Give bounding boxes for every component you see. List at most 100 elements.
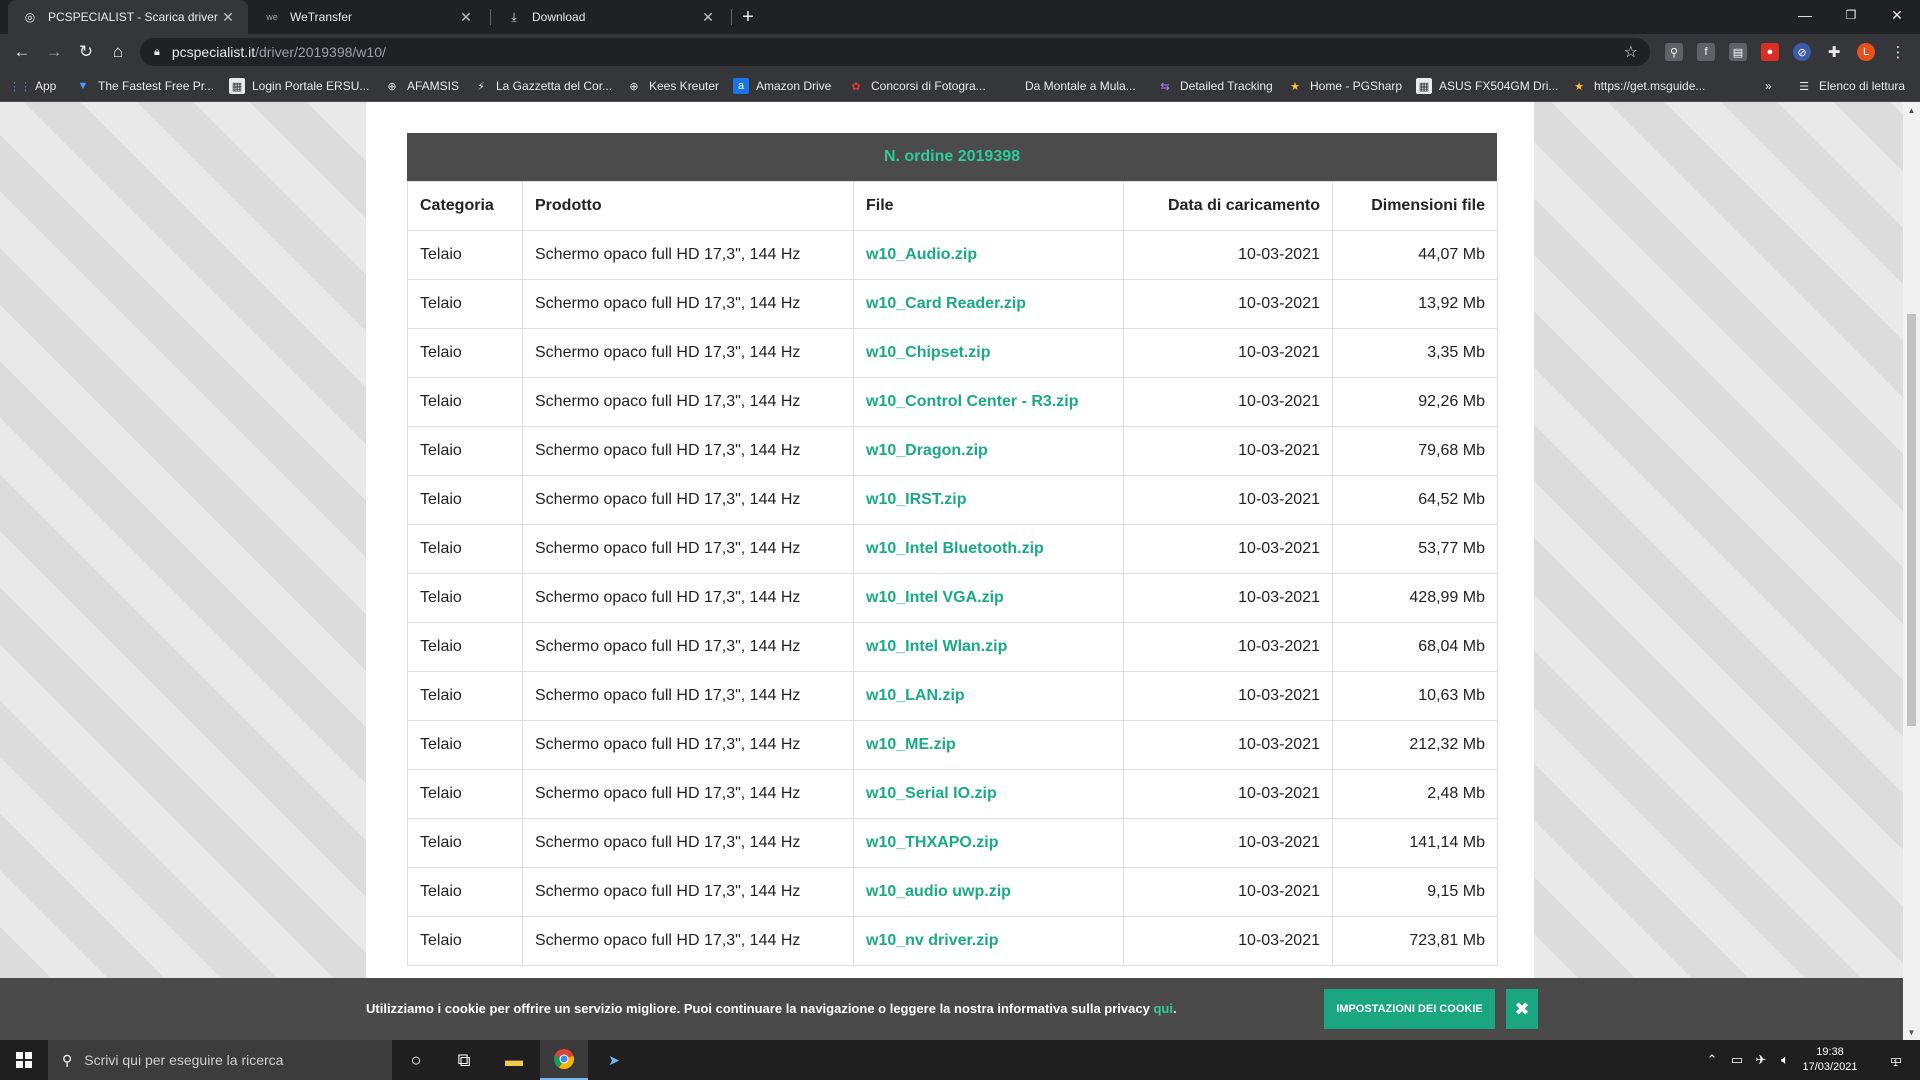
- cell-categoria: Telaio: [407, 671, 523, 721]
- bookmark-pgsharp[interactable]: ★ Home - PGSharp: [1287, 77, 1402, 95]
- bookmark-concorsi[interactable]: ✿ Concorsi di Fotogra...: [848, 77, 985, 95]
- cell-data: 10-03-2021: [1123, 475, 1333, 525]
- page-scrollbar[interactable]: ▲ ▼: [1903, 102, 1920, 1040]
- table-row: Telaio Schermo opaco full HD 17,3", 144 …: [407, 671, 1498, 721]
- bookmark-login-ersu[interactable]: ▦ Login Portale ERSU...: [229, 77, 369, 95]
- file-download-link[interactable]: w10_Audio.zip: [853, 230, 1124, 280]
- file-download-link[interactable]: w10_LAN.zip: [853, 671, 1124, 721]
- bookmark-detailed-tracking[interactable]: ⇆ Detailed Tracking: [1157, 77, 1272, 95]
- tab-title: WeTransfer: [290, 10, 353, 24]
- cell-data: 10-03-2021: [1123, 916, 1333, 966]
- file-download-link[interactable]: w10_Dragon.zip: [853, 426, 1124, 476]
- minimize-icon[interactable]: —: [1782, 0, 1828, 30]
- taskbar-search-box[interactable]: ⚲ Scrivi qui per eseguire la ricerca: [48, 1040, 392, 1080]
- cell-prodotto: Schermo opaco full HD 17,3", 144 Hz: [522, 426, 854, 476]
- file-explorer-icon[interactable]: ▬: [490, 1040, 538, 1080]
- bookmark-afamsis[interactable]: ⊕ AFAMSIS: [384, 77, 459, 95]
- cell-dimensioni: 9,15 Mb: [1332, 867, 1498, 917]
- task-view-icon[interactable]: ⧉: [440, 1040, 488, 1080]
- bookmarks-overflow-icon[interactable]: »: [1765, 77, 1772, 95]
- cell-data: 10-03-2021: [1123, 818, 1333, 868]
- app-taskbar-icon[interactable]: ➤: [590, 1040, 638, 1080]
- bookmark-app[interactable]: ⋮⋮ App: [9, 77, 56, 95]
- bookmark-montale[interactable]: Da Montale a Mula...: [1002, 77, 1136, 95]
- cell-data: 10-03-2021: [1123, 622, 1333, 672]
- close-tab-icon[interactable]: ✕: [458, 9, 474, 25]
- file-download-link[interactable]: w10_Serial IO.zip: [853, 769, 1124, 819]
- file-download-link[interactable]: w10_Intel VGA.zip: [853, 573, 1124, 623]
- file-download-link[interactable]: w10_ME.zip: [853, 720, 1124, 770]
- table-row: Telaio Schermo opaco full HD 17,3", 144 …: [407, 377, 1498, 427]
- notification-center-icon[interactable]: ▭ 1: [1874, 1040, 1914, 1080]
- taskbar-clock[interactable]: 19:38 17/03/2021: [1790, 1045, 1870, 1075]
- file-download-link[interactable]: w10_Intel Bluetooth.zip: [853, 524, 1124, 574]
- cell-prodotto: Schermo opaco full HD 17,3", 144 Hz: [522, 573, 854, 623]
- start-button[interactable]: [0, 1040, 48, 1080]
- bookmark-kees-kreuter[interactable]: ⊕ Kees Kreuter: [626, 77, 719, 95]
- window-close-icon[interactable]: ✕: [1874, 0, 1920, 30]
- forward-arrow-icon[interactable]: →: [42, 40, 66, 64]
- file-download-link[interactable]: w10_IRST.zip: [853, 475, 1124, 525]
- cell-categoria: Telaio: [407, 573, 523, 623]
- cookie-close-button[interactable]: ✖: [1506, 989, 1538, 1029]
- flower-icon: ✿: [851, 80, 861, 93]
- cell-dimensioni: 53,77 Mb: [1332, 524, 1498, 574]
- file-download-link[interactable]: w10_audio uwp.zip: [853, 867, 1124, 917]
- bookmark-msguide[interactable]: ★ https://get.msguide...: [1571, 77, 1705, 95]
- table-row: Telaio Schermo opaco full HD 17,3", 144 …: [407, 916, 1498, 966]
- table-row: Telaio Schermo opaco full HD 17,3", 144 …: [407, 769, 1498, 819]
- close-tab-icon[interactable]: ✕: [700, 9, 716, 25]
- extension-facebook-icon[interactable]: f: [1697, 43, 1715, 61]
- extensions-puzzle-icon[interactable]: ✚: [1825, 43, 1843, 61]
- address-bar[interactable]: 🔒︎ pcspecialist.it/driver/2019398/w10/ ☆: [140, 38, 1650, 66]
- file-download-link[interactable]: w10_Card Reader.zip: [853, 279, 1124, 329]
- bookmark-fastest-free[interactable]: ▼ The Fastest Free Pr...: [75, 77, 215, 95]
- chrome-logo-icon: [554, 1049, 574, 1070]
- extension-print-icon[interactable]: ▤: [1729, 43, 1747, 61]
- tray-chevron-icon[interactable]: ⌃: [1702, 1040, 1722, 1080]
- file-download-link[interactable]: w10_Chipset.zip: [853, 328, 1124, 378]
- profile-avatar[interactable]: L: [1857, 43, 1875, 61]
- extension-search-icon[interactable]: ⚲: [1665, 43, 1683, 61]
- scrollbar-thumb[interactable]: [1907, 314, 1916, 726]
- cell-dimensioni: 13,92 Mb: [1332, 279, 1498, 329]
- bookmark-star-icon[interactable]: ☆: [1624, 42, 1638, 62]
- tab-download[interactable]: ⤓ Download ✕: [492, 0, 728, 34]
- cortana-circle-icon[interactable]: ○: [392, 1040, 440, 1080]
- bookmark-gazzetta[interactable]: ⚡︎ La Gazzetta del Cor...: [473, 77, 612, 95]
- file-download-link[interactable]: w10_Control Center - R3.zip: [853, 377, 1124, 427]
- file-download-link[interactable]: w10_nv driver.zip: [853, 916, 1124, 966]
- bookmark-asus[interactable]: ▦ ASUS FX504GM Dri...: [1416, 77, 1558, 95]
- reload-icon[interactable]: ↻: [74, 40, 98, 64]
- restore-icon[interactable]: ❐: [1828, 0, 1874, 30]
- extension-red-badge-icon[interactable]: ●: [1761, 43, 1779, 61]
- cell-prodotto: Schermo opaco full HD 17,3", 144 Hz: [522, 916, 854, 966]
- cookie-settings-button[interactable]: IMPOSTAZIONI DEI COOKIE: [1324, 989, 1495, 1029]
- tab-wetransfer[interactable]: we WeTransfer ✕: [250, 0, 486, 34]
- browser-menu-icon[interactable]: ⋮: [1889, 43, 1907, 61]
- extension-vpn-icon[interactable]: ⊘: [1793, 43, 1811, 61]
- close-tab-icon[interactable]: ✕: [220, 9, 236, 25]
- scroll-up-arrow-icon[interactable]: ▲: [1903, 102, 1920, 118]
- page-icon: [1002, 78, 1018, 94]
- table-row: Telaio Schermo opaco full HD 17,3", 144 …: [407, 524, 1498, 574]
- file-download-link[interactable]: w10_Intel Wlan.zip: [853, 622, 1124, 672]
- bookmark-amazon-drive[interactable]: a Amazon Drive: [733, 77, 831, 95]
- file-download-link[interactable]: w10_THXAPO.zip: [853, 818, 1124, 868]
- reading-list[interactable]: ☰ Elenco di lettura: [1796, 77, 1905, 95]
- table-row: Telaio Schermo opaco full HD 17,3", 144 …: [407, 328, 1498, 378]
- lock-icon: 🔒︎: [154, 45, 160, 58]
- scroll-down-arrow-icon[interactable]: ▼: [1903, 1024, 1920, 1040]
- chrome-taskbar-icon[interactable]: [540, 1040, 588, 1080]
- home-icon[interactable]: ⌂: [106, 40, 130, 64]
- back-arrow-icon[interactable]: ←: [10, 40, 34, 64]
- new-tab-plus-icon[interactable]: +: [736, 5, 760, 29]
- privacy-link[interactable]: qui: [1153, 1001, 1173, 1016]
- cell-data: 10-03-2021: [1123, 426, 1333, 476]
- tab-pcspecialist[interactable]: ◎ PCSPECIALIST - Scarica driver ✕: [8, 0, 248, 34]
- network-icon[interactable]: ✈: [1750, 1040, 1772, 1080]
- cell-dimensioni: 2,48 Mb: [1332, 769, 1498, 819]
- table-row: Telaio Schermo opaco full HD 17,3", 144 …: [407, 573, 1498, 623]
- battery-icon[interactable]: ▭: [1726, 1040, 1748, 1080]
- cell-categoria: Telaio: [407, 230, 523, 280]
